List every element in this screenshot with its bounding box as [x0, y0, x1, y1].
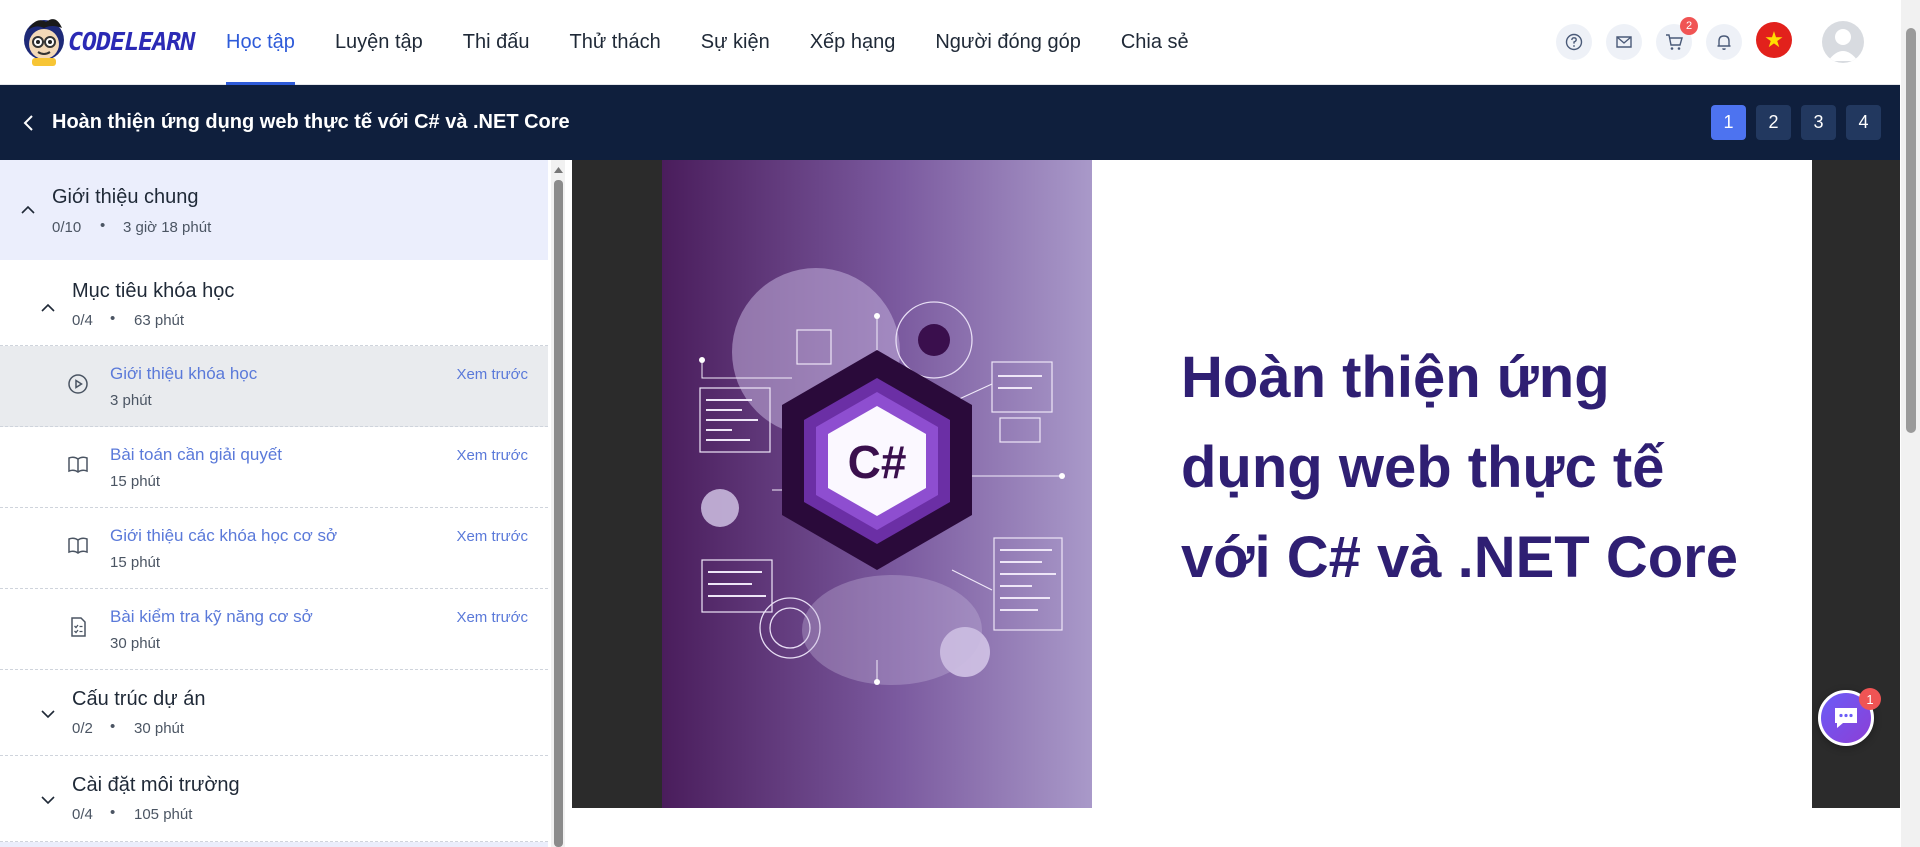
preview-link[interactable]: Xem trước [456, 447, 528, 464]
book-icon [68, 456, 88, 473]
chat-icon [1835, 708, 1857, 728]
scroll-up-arrow-icon[interactable] [553, 165, 564, 175]
subsection-cai-dat[interactable]: Cài đặt môi trường 0/4 • 105 phút [0, 756, 548, 842]
subsection-duration: 30 phút [134, 720, 185, 737]
csharp-logo-text: C# [848, 436, 907, 488]
section-header[interactable]: Giới thiệu chung 0/10 • 3 giờ 18 phút [0, 160, 548, 260]
logo-text: CODELEARN [68, 26, 195, 56]
chevron-down-icon [41, 710, 55, 719]
page-button-3[interactable]: 3 [1801, 105, 1836, 140]
page-scrollbar-thumb[interactable] [1906, 28, 1916, 433]
next-section-edge [0, 842, 548, 847]
subsection-progress: 0/4 [72, 806, 93, 823]
lesson-duration: 15 phút [110, 554, 161, 571]
chevron-up-icon [21, 205, 35, 214]
chat-badge: 1 [1859, 688, 1881, 710]
mail-button[interactable] [1606, 24, 1642, 60]
lesson-duration: 3 phút [110, 392, 152, 409]
nav-chia-se[interactable]: Chia sẻ [1121, 0, 1189, 85]
nav-thu-thach[interactable]: Thử thách [570, 0, 661, 85]
meta-dot: • [110, 310, 116, 327]
subsection-duration: 63 phút [134, 312, 185, 329]
subsection-progress: 0/2 [72, 720, 93, 737]
subsection-title: Mục tiêu khóa học [72, 280, 235, 302]
subsection-title: Cấu trúc dự án [72, 688, 206, 710]
section-progress: 0/10 [52, 219, 82, 236]
preview-link[interactable]: Xem trước [456, 528, 528, 545]
meta-dot: • [110, 804, 116, 821]
nav-hoc-tap[interactable]: Học tập [226, 0, 295, 85]
lesson-item[interactable]: Giới thiệu các khóa học cơ sở 15 phút Xe… [0, 508, 548, 589]
course-title: Hoàn thiện ứng dụng web thực tế với C# v… [52, 111, 570, 133]
lesson-duration: 15 phút [110, 473, 161, 490]
slide-title-line: Hoàn thiện ứng [1181, 345, 1610, 410]
slide: C# Hoàn thiện ứng dụng web thực tế với C… [662, 160, 1812, 808]
main-nav: Học tập Luyện tập Thi đấu Thử thách Sự k… [206, 0, 1209, 85]
sidebar-scrollbar-thumb[interactable] [554, 180, 563, 847]
vietnam-flag-icon: ★ [1764, 27, 1784, 52]
preview-link[interactable]: Xem trước [456, 366, 528, 383]
lesson-item[interactable]: Giới thiệu khóa học 3 phút Xem trước [0, 346, 548, 427]
mascot-icon [24, 19, 64, 66]
cart-badge: 2 [1680, 17, 1698, 35]
slide-title-line: với C# và .NET Core [1181, 525, 1738, 590]
nav-luyen-tap[interactable]: Luyện tập [335, 0, 423, 85]
notification-button[interactable] [1706, 24, 1742, 60]
mail-icon [1616, 36, 1632, 48]
meta-dot: • [110, 718, 116, 735]
lesson-sidebar: Giới thiệu chung 0/10 • 3 giờ 18 phút Mụ… [0, 160, 548, 847]
nav-su-kien[interactable]: Sự kiện [701, 0, 770, 85]
csharp-illustration: C# [699, 268, 1065, 685]
lesson-item[interactable]: Bài kiểm tra kỹ năng cơ sở 30 phút Xem t… [0, 589, 548, 670]
lesson-item[interactable]: Bài toán cần giải quyết 15 phút Xem trướ… [0, 427, 548, 508]
cart-icon [1666, 34, 1683, 50]
section-title: Giới thiệu chung [52, 186, 199, 208]
user-avatar[interactable] [1822, 21, 1864, 63]
chevron-up-icon [41, 303, 55, 312]
cart-button[interactable]: 2 [1656, 17, 1698, 60]
lesson-title: Giới thiệu khóa học [110, 364, 258, 383]
page-button-1[interactable]: 1 [1711, 105, 1746, 140]
nav-thi-dau[interactable]: Thi đấu [463, 0, 530, 85]
checklist-icon [71, 617, 86, 637]
lesson-duration: 30 phút [110, 635, 161, 652]
page-button-2[interactable]: 2 [1756, 105, 1791, 140]
lesson-title: Bài kiểm tra kỹ năng cơ sở [110, 607, 313, 626]
subsection-duration: 105 phút [134, 806, 193, 823]
lesson-title: Bài toán cần giải quyết [110, 445, 283, 464]
book-icon [68, 537, 88, 554]
codelearn-logo[interactable]: CODELEARN [22, 14, 195, 68]
nav-nguoi-dong-gop[interactable]: Người đóng góp [935, 0, 1081, 85]
back-arrow-icon[interactable] [20, 109, 36, 137]
help-icon [1565, 33, 1583, 51]
subsection-muc-tieu[interactable]: Mục tiêu khóa học 0/4 • 63 phút [0, 260, 548, 346]
meta-dot: • [100, 217, 106, 234]
preview-link[interactable]: Xem trước [456, 609, 528, 626]
play-circle-icon [68, 374, 88, 394]
chevron-down-icon [41, 796, 55, 805]
bell-icon [1717, 35, 1731, 50]
subsection-progress: 0/4 [72, 312, 93, 329]
section-duration: 3 giờ 18 phút [123, 219, 212, 236]
subsection-title: Cài đặt môi trường [72, 774, 240, 796]
language-flag-button[interactable]: ★ [1756, 22, 1792, 58]
nav-xep-hang[interactable]: Xếp hạng [810, 0, 896, 85]
top-navbar: CODELEARN Học tập Luyện tập Thi đấu Thử … [0, 0, 1900, 85]
subsection-cau-truc[interactable]: Cấu trúc dự án 0/2 • 30 phút [0, 670, 548, 756]
help-button[interactable] [1556, 24, 1592, 60]
slide-illustration: C# [662, 160, 1092, 808]
avatar-icon [1828, 29, 1858, 61]
page-button-4[interactable]: 4 [1846, 105, 1881, 140]
slide-title-line: dụng web thực tế [1181, 435, 1665, 500]
course-bar: Hoàn thiện ứng dụng web thực tế với C# v… [0, 85, 1900, 160]
slide-title: Hoàn thiện ứng dụng web thực tế với C# v… [1181, 333, 1781, 603]
lesson-title: Giới thiệu các khóa học cơ sở [110, 526, 338, 545]
